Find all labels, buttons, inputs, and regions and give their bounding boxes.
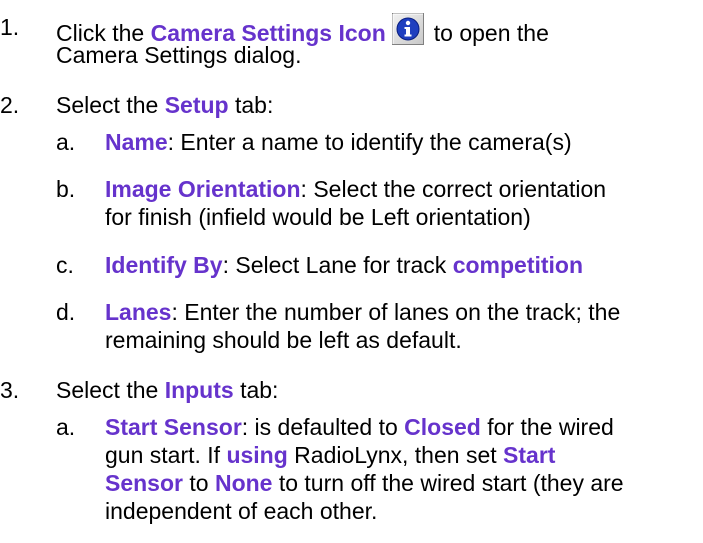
inputs-tab-label: Inputs	[164, 377, 234, 403]
step-1-text-2: to open the	[433, 20, 549, 46]
lanes-label: Lanes	[105, 299, 172, 325]
none-label: None	[214, 470, 273, 496]
step-2b-text: : Select the correct orientation	[300, 176, 607, 202]
step-2d-letter: d.	[56, 299, 76, 325]
step-2-text-2: tab:	[228, 92, 274, 118]
name-label: Name	[105, 129, 168, 155]
start-label: Start	[503, 442, 556, 468]
step-1-line-2: Camera Settings dialog.	[56, 42, 302, 68]
step-1-number: 1.	[0, 14, 20, 40]
image-orientation-label: Image Orientation	[105, 176, 301, 202]
start-sensor-label: Start Sensor	[105, 414, 242, 440]
step-3-number: 3.	[0, 377, 20, 403]
step-2a-line: Name: Enter a name to identify the camer…	[105, 128, 572, 156]
step-3a-l3-text: to	[182, 470, 215, 496]
info-icon	[391, 13, 424, 45]
document-page: 1. Click the Camera Settings Icon to ope…	[0, 0, 703, 543]
step-2d-line-1: Lanes: Enter the number of lanes on the …	[105, 298, 620, 326]
identify-by-label: Identify By	[105, 252, 223, 278]
step-3a-l2-text-2: RadioLynx, then set	[287, 442, 504, 468]
step-2d-text: : Enter the number of lanes on the track…	[171, 299, 621, 325]
step-3a-line-4: independent of each other.	[105, 498, 378, 524]
step-3-text: Select the	[56, 377, 165, 403]
using-label: using	[226, 442, 288, 468]
step-2a-text: : Enter a name to identify the camera(s)	[167, 129, 572, 155]
competition-label: competition	[452, 252, 584, 278]
step-2c-letter: c.	[56, 252, 74, 278]
step-3a-line-1: Start Sensor: is defaulted to Closed for…	[105, 413, 614, 441]
sensor-label: Sensor	[105, 470, 183, 496]
setup-tab-label: Setup	[164, 92, 229, 118]
step-3a-line-3: Sensor to None to turn off the wired sta…	[105, 469, 624, 497]
step-3a-text-2: for the wired	[480, 414, 614, 440]
closed-label: Closed	[404, 414, 481, 440]
step-3-line: Select the Inputs tab:	[56, 376, 278, 404]
step-2-text: Select the	[56, 92, 165, 118]
step-2-number: 2.	[0, 92, 20, 118]
step-2b-line-1: Image Orientation: Select the correct or…	[105, 175, 606, 203]
step-2a-letter: a.	[56, 129, 76, 155]
step-2c-line: Identify By: Select Lane for track compe…	[105, 251, 583, 279]
step-3a-text: : is defaulted to	[241, 414, 405, 440]
step-3a-line-2: gun start. If using RadioLynx, then set …	[105, 441, 555, 469]
step-3a-l2-text: gun start. If	[105, 442, 227, 468]
step-3a-l3-text-2: to turn off the wired start (they are	[272, 470, 624, 496]
step-2b-letter: b.	[56, 176, 76, 202]
step-3a-letter: a.	[56, 414, 76, 440]
step-2b-line-2: for finish (infield would be Left orient…	[105, 204, 531, 230]
step-3-text-2: tab:	[233, 377, 279, 403]
step-2c-text: : Select Lane for track	[222, 252, 453, 278]
step-2d-line-2: remaining should be left as default.	[105, 327, 462, 353]
step-2-line: Select the Setup tab:	[56, 91, 273, 119]
